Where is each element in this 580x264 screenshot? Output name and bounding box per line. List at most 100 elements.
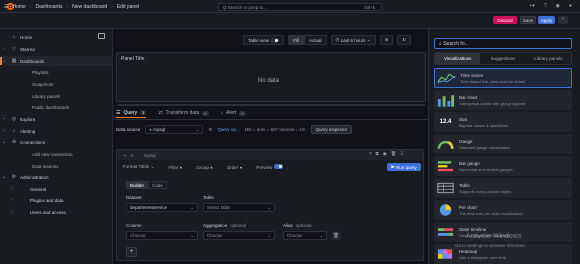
sidebar-item-plugins-and-data[interactable]: › Plugins and data bbox=[0, 195, 113, 205]
group-label: Group bbox=[196, 164, 209, 170]
viz-desc: Big stat values & sparklines bbox=[459, 122, 508, 128]
chevron-down-icon[interactable]: ⌄ bbox=[0, 139, 8, 145]
viz-search-input[interactable]: ⌕ Search fo... bbox=[434, 38, 572, 49]
sidebar-item-label: Add new connection bbox=[32, 151, 73, 157]
refresh-button[interactable]: ↻ bbox=[397, 35, 412, 45]
plus-icon[interactable]: +▾ bbox=[529, 3, 534, 9]
viz-item-time-series[interactable]: Time series Time based line, area and bar… bbox=[434, 68, 572, 88]
tab-library-panels[interactable]: Library panels bbox=[526, 53, 571, 64]
sidebar-item-public-dashboards[interactable]: Public dashboards bbox=[0, 102, 113, 112]
table-view-toggle[interactable]: Table view bbox=[243, 35, 285, 45]
global-search-input[interactable]: Q Search or jump to... ctrl+k bbox=[218, 3, 382, 11]
aggregation-select[interactable]: Choose ⌄ bbox=[203, 231, 275, 240]
help-icon[interactable]: ? bbox=[369, 151, 372, 157]
chevron-down-icon[interactable]: ⌄ bbox=[123, 152, 127, 158]
chevron-down-icon: ⌄ bbox=[190, 204, 194, 210]
order-toggle[interactable]: Order ● bbox=[227, 165, 242, 170]
zoom-out-button[interactable]: ⊖ bbox=[379, 35, 394, 45]
viz-desc: Standard gauge visualization bbox=[459, 144, 511, 150]
sidebar-item-playlists[interactable]: Playlists bbox=[0, 67, 113, 77]
sidebar-item-general[interactable]: › General bbox=[0, 184, 113, 194]
sidebar-item-add-new-connection[interactable]: Add new connection bbox=[0, 149, 113, 159]
trash-icon[interactable]: 🗑 bbox=[331, 231, 341, 240]
dock-menu-icon[interactable] bbox=[98, 33, 105, 39]
viz-item-gauge[interactable]: Gauge Standard gauge visualization bbox=[434, 134, 572, 154]
star-icon: ☆ bbox=[11, 46, 17, 52]
actual-button[interactable]: Actual bbox=[304, 35, 327, 45]
breadcrumb-new-dashboard[interactable]: New dashboard bbox=[72, 4, 107, 10]
viz-item-stat[interactable]: 12.4 Stat Big stat values & sparklines bbox=[434, 112, 572, 132]
resize-handle[interactable] bbox=[117, 104, 425, 106]
preview-toggle[interactable]: Preview bbox=[256, 164, 283, 170]
datasource-picker[interactable]: ◐ mysql ⌄ bbox=[145, 125, 204, 134]
breadcrumb-dashboards[interactable]: Dashboards bbox=[36, 4, 63, 10]
filter-toggle[interactable]: Filter ● bbox=[168, 165, 182, 170]
sidebar-item-home[interactable]: ⌂ Home bbox=[0, 32, 113, 42]
sidebar-item-label: Snapshots bbox=[32, 81, 54, 87]
viz-item-bar-gauge[interactable]: Bar gauge Horizontal and vertical gauges bbox=[434, 156, 572, 176]
format-selector[interactable]: Format Table ⌄ bbox=[123, 164, 154, 170]
chevron-up-icon[interactable]: ⌃ bbox=[558, 16, 568, 24]
sidebar-item-administration[interactable]: ⌄ ⚙ Administration bbox=[0, 172, 113, 182]
query-name[interactable]: A bbox=[131, 153, 134, 158]
run-query-button[interactable]: ▶ Run query bbox=[387, 163, 421, 171]
datasource-value: mysql bbox=[153, 127, 166, 132]
chevron-right-icon[interactable]: › bbox=[8, 197, 16, 203]
builder-mode-button[interactable]: Builder bbox=[126, 181, 149, 189]
query-inspector-button[interactable]: Query inspector bbox=[310, 125, 353, 134]
sidebar-item-starred[interactable]: › ☆ Starred bbox=[0, 44, 113, 54]
save-button[interactable]: Save bbox=[520, 16, 536, 24]
breadcrumb-home[interactable]: Home bbox=[12, 4, 25, 10]
menu-icon[interactable]: ☰ bbox=[4, 4, 8, 10]
query-options-link[interactable]: Query op... bbox=[217, 127, 239, 132]
time-range-picker[interactable]: ◷ Last 6 hours ⌄ bbox=[330, 35, 376, 45]
chevron-down-icon[interactable]: ⌄ bbox=[0, 174, 8, 180]
dataset-select[interactable]: departmentservice ⌄ bbox=[126, 203, 198, 212]
chevron-right-icon[interactable]: › bbox=[8, 209, 16, 215]
editor-mode-switch: Builder Code bbox=[126, 181, 167, 189]
chevron-down-icon[interactable]: ⌄ bbox=[0, 58, 8, 64]
table-value: Select table bbox=[207, 205, 231, 210]
discard-button[interactable]: Discard bbox=[493, 16, 517, 24]
drag-handle-icon[interactable]: ⠿ bbox=[400, 151, 403, 157]
sidebar-item-users-and-access[interactable]: › Users and access bbox=[0, 207, 113, 217]
sidebar-item-data-sources[interactable]: Data sources bbox=[0, 161, 113, 171]
viz-item-pie-chart[interactable]: Pie chart The new core pie chart visualiz… bbox=[434, 200, 572, 220]
bar-gauge-icon bbox=[437, 161, 454, 172]
rss-icon[interactable]: ◉ bbox=[556, 3, 560, 9]
sidebar-item-dashboards[interactable]: ⌄ ▦ Dashboards bbox=[0, 56, 113, 66]
sidebar-item-library-panels[interactable]: Library panels bbox=[0, 91, 113, 101]
home-icon: ⌂ bbox=[12, 34, 16, 40]
sidebar-item-explore[interactable]: › ◎ Explore bbox=[0, 114, 113, 124]
column-select[interactable]: Choose ⌄ bbox=[126, 231, 198, 240]
trash-icon[interactable]: 🗑 bbox=[391, 151, 397, 157]
tab-visualizations[interactable]: Visualizations bbox=[435, 53, 481, 64]
apply-button[interactable]: Apply bbox=[538, 16, 555, 24]
fill-button[interactable]: Fill bbox=[288, 35, 305, 45]
panel-preview[interactable] bbox=[116, 52, 426, 102]
tab-suggestions[interactable]: Suggestions bbox=[480, 53, 525, 64]
eye-icon[interactable]: ◉ bbox=[383, 151, 387, 157]
bell-icon: ♪ bbox=[12, 128, 16, 134]
viz-item-table[interactable]: Table Supports many column styles bbox=[434, 178, 572, 198]
settings-icon[interactable]: ⚙ bbox=[208, 127, 212, 133]
duplicate-icon[interactable]: ⧉ bbox=[376, 151, 379, 157]
sidebar-item-snapshots[interactable]: Snapshots bbox=[0, 79, 113, 89]
chevron-right-icon[interactable]: › bbox=[0, 116, 8, 122]
avatar[interactable]: ● bbox=[569, 3, 572, 9]
tab-query[interactable]: ☰ Query 1 bbox=[116, 108, 147, 118]
tab-alert[interactable]: ♪ Alert 0 bbox=[221, 108, 246, 118]
sidebar-item-alerting[interactable]: › ♪ Alerting bbox=[0, 126, 113, 136]
table-select[interactable]: Select table ⌄ bbox=[203, 203, 275, 212]
group-toggle[interactable]: Group ● bbox=[196, 165, 212, 170]
code-mode-button[interactable]: Code bbox=[148, 181, 167, 189]
chevron-right-icon[interactable]: › bbox=[0, 128, 8, 134]
alias-select[interactable]: Choose ⌄ bbox=[283, 231, 327, 240]
help-icon[interactable]: ? bbox=[544, 3, 547, 9]
chevron-right-icon[interactable]: › bbox=[0, 46, 8, 52]
tab-transform[interactable]: ⇄ Transform data 0 bbox=[158, 108, 209, 118]
sidebar-item-connections[interactable]: ⌄ ⊕ Connections bbox=[0, 137, 113, 147]
viz-item-bar-chart[interactable]: Bar chart Categorical charts with group s… bbox=[434, 90, 572, 110]
chevron-right-icon[interactable]: › bbox=[8, 186, 16, 192]
add-column-button[interactable]: + bbox=[126, 247, 137, 257]
